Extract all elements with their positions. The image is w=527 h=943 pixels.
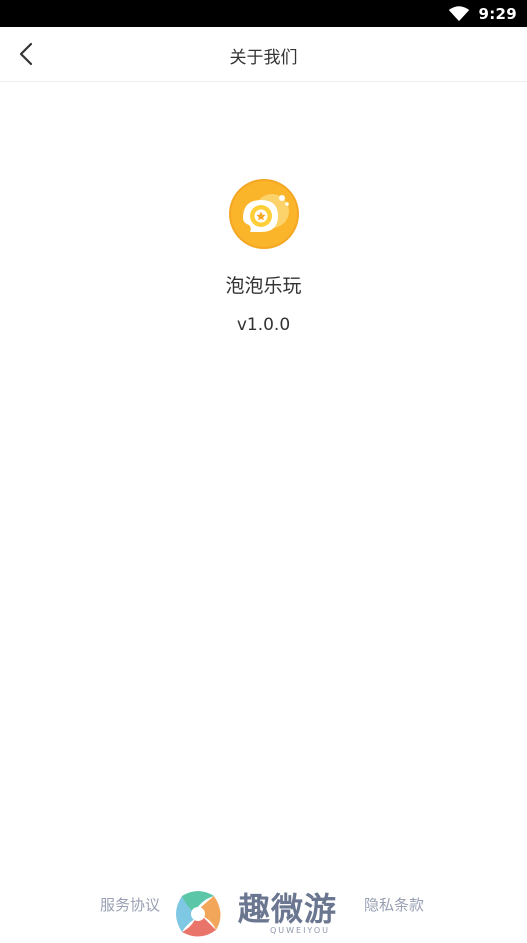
nav-bar: 关于我们 — [0, 27, 527, 82]
about-screen: 9:29 关于我们 泡泡乐玩 v1.0.0 服务协议 趣微游 QUWEIYOU … — [0, 0, 527, 943]
app-logo — [228, 178, 300, 250]
status-bar: 9:29 — [0, 0, 527, 27]
watermark-logo — [170, 886, 226, 940]
quweiyou-logo-icon — [176, 891, 221, 937]
status-time: 9:29 — [478, 4, 517, 23]
page-title: 关于我们 — [229, 48, 298, 68]
wifi-icon — [449, 5, 470, 21]
privacy-policy-link[interactable]: 隐私条款 — [364, 894, 424, 915]
footer: 服务协议 趣微游 QUWEIYOU 隐私条款 — [0, 880, 527, 940]
bubble-logo-icon — [229, 179, 299, 249]
app-version: v1.0.0 — [236, 315, 291, 335]
watermark-subtext: QUWEIYOU — [269, 926, 331, 935]
service-agreement-link[interactable]: 服务协议 — [100, 894, 160, 915]
app-name: 泡泡乐玩 — [225, 275, 302, 297]
watermark-text: 趣微游 — [238, 890, 338, 928]
